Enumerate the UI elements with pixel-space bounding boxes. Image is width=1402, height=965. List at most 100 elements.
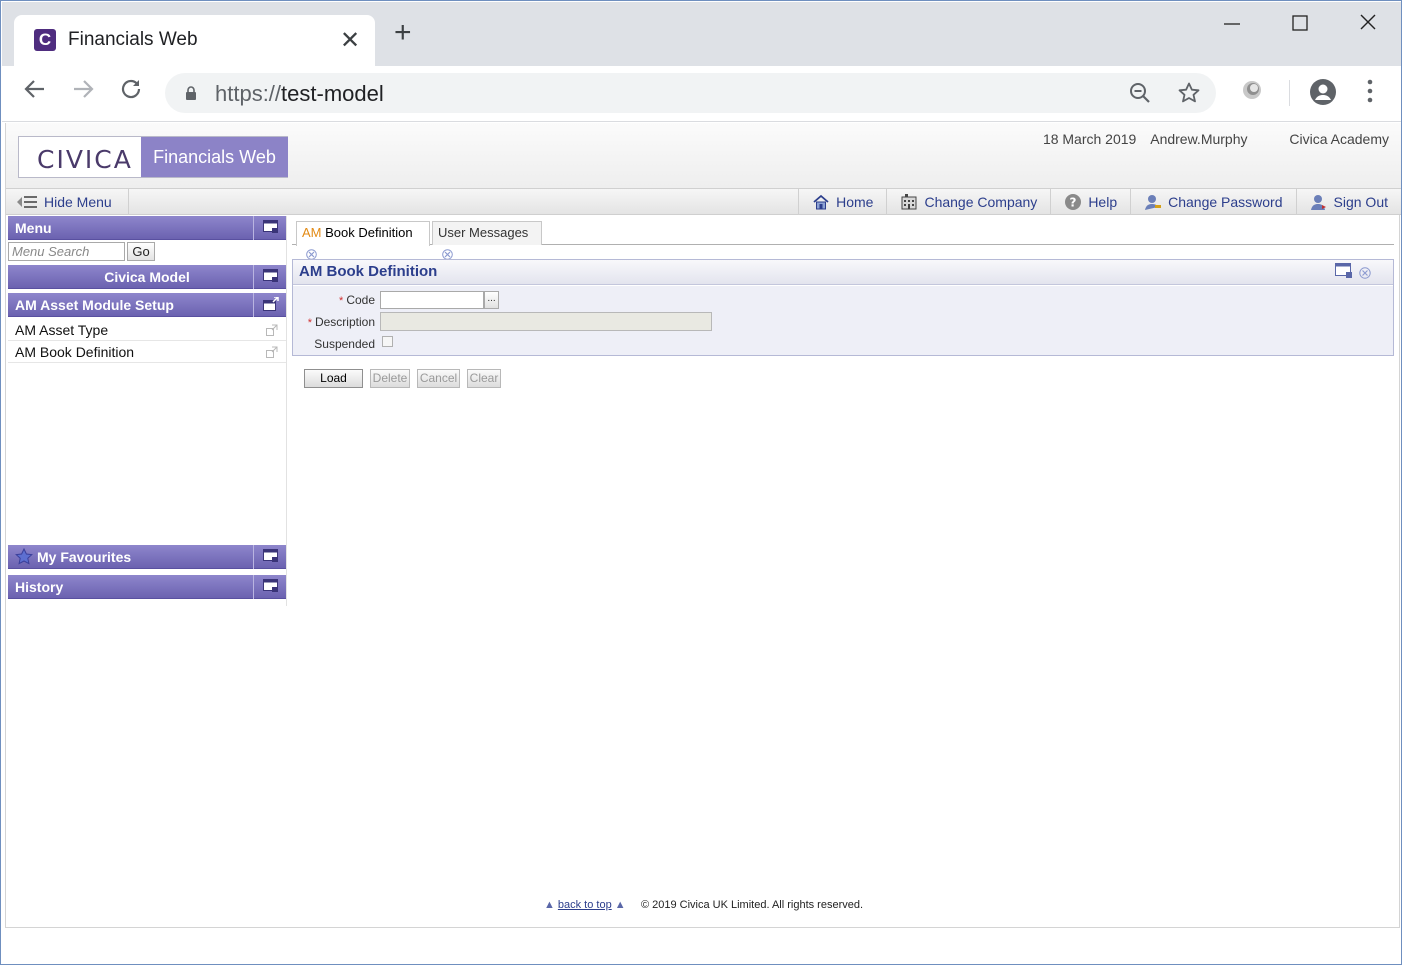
- menu-go-button[interactable]: Go: [127, 242, 155, 261]
- form-title: AM Book Definition: [299, 263, 438, 280]
- history-header[interactable]: History: [8, 575, 286, 599]
- tab-strip: C Financials Web ✕ +: [2, 2, 1401, 67]
- nav-change-password-label: Change Password: [1168, 194, 1283, 210]
- open-link-icon[interactable]: [266, 324, 278, 336]
- nav-home[interactable]: Home: [798, 189, 886, 215]
- menu-title: Menu: [15, 220, 52, 236]
- clear-button: Clear: [467, 369, 501, 388]
- menu-item-am-book-definition[interactable]: AM Book Definition: [8, 341, 286, 363]
- menu-item-label: AM Book Definition: [15, 344, 135, 360]
- window-icon: [263, 579, 278, 592]
- load-button[interactable]: Load: [304, 369, 363, 388]
- close-panel-icon[interactable]: [1359, 267, 1371, 279]
- civica-model-button[interactable]: [253, 265, 286, 289]
- code-input[interactable]: [380, 291, 484, 309]
- menu-collapse-button[interactable]: [253, 216, 286, 240]
- window-up-icon: [263, 297, 279, 311]
- nav-change-company[interactable]: Change Company: [886, 189, 1050, 215]
- menu-item-am-asset-type[interactable]: AM Asset Type: [8, 319, 286, 341]
- history-label: History: [15, 579, 64, 595]
- zoom-icon[interactable]: [1128, 81, 1152, 105]
- profile-icon[interactable]: [1309, 78, 1337, 106]
- web-page: CIVICA Financials Web 18 March 2019 Andr…: [5, 123, 1401, 928]
- description-input: [380, 312, 712, 331]
- url-text[interactable]: https://test-model: [215, 81, 384, 107]
- lock-icon: [186, 86, 196, 100]
- user-key-icon: [1145, 195, 1162, 210]
- delete-button: Delete: [370, 369, 410, 388]
- maximize-icon[interactable]: [1291, 12, 1309, 38]
- bookmark-star-icon[interactable]: [1177, 81, 1201, 105]
- tab-label: User Messages: [438, 225, 529, 240]
- browser-window: C Financials Web ✕ + https://test-model: [0, 0, 1402, 965]
- up-arrow-icon: ▲: [543, 899, 555, 911]
- back-to-top-link[interactable]: back to top: [558, 899, 612, 911]
- hide-menu-button[interactable]: Hide Menu: [16, 189, 129, 215]
- minimize-icon[interactable]: [1223, 12, 1241, 38]
- header-date: 18 March 2019: [1042, 131, 1137, 147]
- nav-sign-out-label: Sign Out: [1333, 194, 1388, 210]
- nav-help[interactable]: ? Help: [1050, 189, 1130, 215]
- nav-sign-out[interactable]: Sign Out: [1295, 189, 1401, 215]
- header-user: Andrew.Murphy: [1150, 131, 1248, 147]
- my-favourites-header[interactable]: My Favourites: [8, 545, 286, 569]
- extension-icon[interactable]: [1240, 78, 1264, 102]
- civica-logo: CIVICA Financials Web: [18, 136, 288, 178]
- logo-product-text: Financials Web: [141, 137, 288, 177]
- forward-icon[interactable]: [70, 76, 96, 108]
- main-content: AM Book Definition User Messages AM Book…: [292, 219, 1394, 919]
- window-icon: [263, 220, 278, 233]
- nav-change-password[interactable]: Change Password: [1130, 189, 1295, 215]
- browser-tab[interactable]: C Financials Web ✕: [14, 15, 375, 67]
- suspended-label: Suspended: [314, 337, 375, 351]
- star-icon: [15, 547, 33, 565]
- civica-model-label: Civica Model: [104, 269, 190, 285]
- toolbar-divider: [1289, 80, 1290, 106]
- home-icon: [813, 194, 829, 210]
- open-link-icon[interactable]: [266, 346, 278, 358]
- suspended-checkbox: [382, 336, 393, 347]
- header-organisation: Civica Academy: [1289, 131, 1389, 147]
- building-icon: [901, 194, 917, 210]
- copyright-text: © 2019 Civica UK Limited. All rights res…: [640, 899, 864, 911]
- book-definition-form: AM Book Definition * Code ... * Descriptio…: [292, 259, 1394, 356]
- tab-user-messages[interactable]: User Messages: [432, 221, 542, 260]
- address-bar[interactable]: https://test-model: [165, 73, 1216, 113]
- asset-module-setup-header[interactable]: AM Asset Module Setup: [8, 293, 286, 317]
- code-label: * Code: [339, 293, 375, 307]
- tab-title: Financials Web: [68, 29, 198, 50]
- back-icon[interactable]: [22, 76, 48, 108]
- menu-item-label: AM Asset Type: [15, 322, 109, 338]
- new-tab-icon[interactable]: +: [394, 18, 412, 48]
- tab-close-icon[interactable]: ✕: [340, 26, 360, 55]
- window-close-icon[interactable]: [1359, 12, 1377, 38]
- tab-label: Book Definition: [325, 225, 413, 240]
- window-icon: [263, 269, 278, 282]
- reload-icon[interactable]: [118, 76, 144, 108]
- app-header: CIVICA Financials Web 18 March 2019 Andr…: [6, 123, 1401, 189]
- user-signout-icon: [1310, 195, 1326, 210]
- civica-model-header[interactable]: Civica Model: [8, 265, 286, 289]
- form-header: AM Book Definition: [293, 260, 1393, 285]
- nav-change-company-label: Change Company: [924, 194, 1038, 210]
- window-icon[interactable]: [1334, 263, 1353, 279]
- tab-am-book-definition[interactable]: AM Book Definition: [296, 221, 430, 260]
- svg-text:?: ?: [1070, 196, 1077, 210]
- cancel-button: Cancel: [417, 369, 460, 388]
- help-icon: ?: [1065, 194, 1082, 210]
- more-menu-icon[interactable]: [1366, 78, 1374, 104]
- required-marker: *: [307, 317, 312, 329]
- history-button[interactable]: [253, 575, 286, 599]
- document-tabs: AM Book Definition User Messages: [292, 219, 1394, 260]
- hide-menu-icon: [17, 196, 37, 208]
- asset-module-setup-button[interactable]: [253, 293, 286, 317]
- my-favourites-label: My Favourites: [37, 549, 132, 565]
- required-marker: *: [339, 295, 344, 307]
- code-lookup-button[interactable]: ...: [484, 291, 499, 309]
- my-favourites-button[interactable]: [253, 545, 286, 569]
- logo-civica-text: CIVICA: [37, 145, 133, 174]
- menu-search-input[interactable]: Menu Search: [8, 242, 125, 261]
- nav-home-label: Home: [836, 194, 874, 210]
- window-icon: [263, 549, 278, 562]
- hide-menu-label: Hide Menu: [44, 194, 112, 210]
